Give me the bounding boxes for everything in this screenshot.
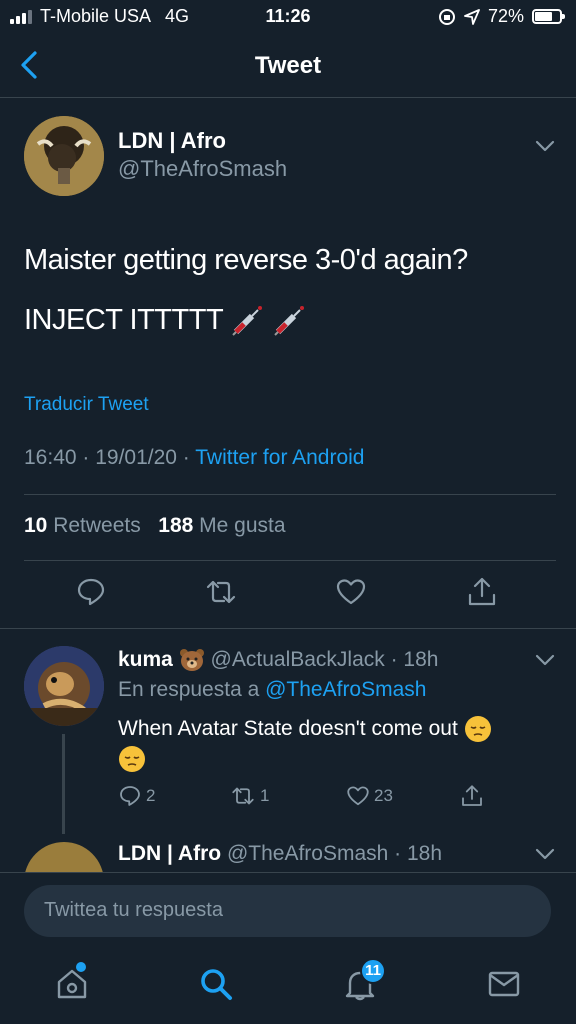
tweet-stats: 10 Retweets 188 Me gusta [24,514,286,538]
reply-icon[interactable] [75,576,107,608]
reply-reply-action[interactable]: 2 [118,784,155,808]
avatar-image [24,116,104,196]
author-handle[interactable]: @TheAfroSmash [118,156,287,182]
likes-label[interactable]: Me gusta [199,514,285,537]
battery-percent: 72% [487,6,524,26]
reply-text: When Avatar State doesn't come out [118,717,458,740]
status-right: 72% [438,6,565,27]
reply-tweet-2[interactable]: LDN | Afro @TheAfroSmash · 18h [0,830,576,872]
navigation-bar: Tweet [0,34,576,98]
divider [24,560,556,561]
chevron-down-icon[interactable] [535,848,555,860]
tweet-text-line2-wrap: INJECT ITTTTT [24,290,554,350]
retweet-icon [232,787,254,805]
like-heart-icon[interactable] [335,576,367,608]
tweet-text: Maister getting reverse 3-0'd again? INJ… [24,230,554,350]
syringe-emoji-icon [274,306,304,337]
author-name[interactable]: LDN | Afro [118,128,226,154]
pensive-face-emoji-icon [464,716,491,743]
battery-icon [532,9,565,24]
replying-to: En respuesta a @TheAfroSmash [118,678,426,702]
reply-author-name[interactable]: kuma [118,648,173,671]
tweet-text-line1: Maister getting reverse 3-0'd again? [24,244,468,276]
reply-like-action[interactable]: 23 [346,784,393,808]
reply2-avatar[interactable] [24,842,104,872]
retweet-icon[interactable] [205,576,237,608]
like-heart-icon [347,786,369,806]
retweets-count[interactable]: 10 [24,514,47,537]
reply-avatar-image [24,646,104,726]
retweet-count: 1 [260,786,270,805]
orientation-lock-icon [438,8,455,25]
retweets-label[interactable]: Retweets [53,514,141,537]
tweet-actions [0,576,576,616]
pensive-face-emoji-icon [119,746,145,773]
status-bar: T-Mobile USA 4G 11:26 72% [0,0,576,34]
author-avatar[interactable] [24,116,104,196]
notifications-badge: 11 [360,958,386,984]
reply-count: 2 [146,786,156,805]
home-new-dot [76,962,86,972]
thread-line [62,734,65,834]
reply-text-wrap: When Avatar State doesn't come out [118,714,548,774]
syringe-emoji-icon [232,306,263,337]
tweet-timestamp: 16:40 · 19/01/20 · [24,446,196,469]
tab-search[interactable] [198,966,234,1002]
reply-share-action[interactable] [460,784,484,808]
chevron-down-icon[interactable] [535,140,555,152]
section-divider [0,628,576,629]
reply-retweet-action[interactable]: 1 [230,784,269,808]
replying-to-label: En respuesta a [118,678,266,701]
reply-avatar[interactable] [24,646,104,726]
reply-icon [120,786,140,806]
tab-bar: 11 [0,948,576,1024]
like-count: 23 [374,786,393,805]
reply2-author-name[interactable]: LDN | Afro [118,842,221,865]
translate-link[interactable]: Traducir Tweet [24,394,149,416]
page-title: Tweet [254,52,322,79]
location-icon [464,8,480,25]
home-icon [57,969,87,999]
bear-emoji-icon [179,649,204,672]
mail-icon [488,971,520,997]
share-icon [462,785,482,806]
tab-home[interactable] [54,962,90,1002]
likes-count[interactable]: 188 [158,514,193,537]
tweet-meta: 16:40 · 19/01/20 · Twitter for Android [24,446,365,470]
tweet-source-link[interactable]: Twitter for Android [195,446,364,469]
chevron-down-icon[interactable] [535,654,555,666]
reply-handle-time[interactable]: @ActualBackJlack · 18h [211,648,439,671]
tab-notifications[interactable]: 11 [342,958,386,1002]
reply-header: kuma @ActualBackJlack · 18h [118,648,438,672]
reply-input[interactable]: Twittea tu respuesta [24,885,551,937]
divider [24,494,556,495]
reply2-header: LDN | Afro @TheAfroSmash · 18h [118,842,442,866]
reply-actions: 2 1 23 [118,784,498,814]
replying-to-handle[interactable]: @TheAfroSmash [265,678,426,701]
search-icon [201,969,232,1000]
tab-messages[interactable] [486,966,522,1002]
tweet-text-line2: INJECT ITTTTT [24,304,223,336]
reply-composer: Twittea tu respuesta [0,872,576,948]
share-icon[interactable] [466,576,498,608]
reply2-handle-time[interactable]: @TheAfroSmash · 18h [227,842,442,865]
